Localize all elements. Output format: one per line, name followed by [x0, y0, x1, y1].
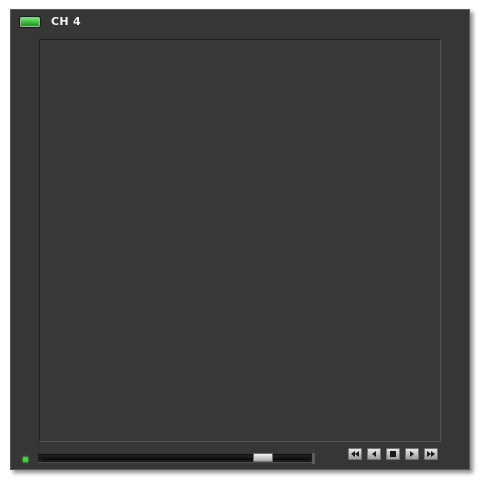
stop-button[interactable] — [386, 448, 400, 460]
channel-title: CH 4 — [51, 15, 81, 28]
fast-forward-icon — [427, 451, 435, 457]
video-display-area[interactable] — [39, 39, 441, 442]
play-icon — [410, 451, 414, 457]
stop-icon — [390, 451, 396, 457]
status-led-icon — [23, 457, 28, 462]
channel-active-led-icon — [20, 17, 40, 27]
seek-bar-end-cap — [312, 453, 315, 464]
step-back-button[interactable] — [367, 448, 381, 460]
video-player-panel: CH 4 — [10, 9, 470, 470]
seek-bar-thumb[interactable] — [253, 453, 273, 462]
step-back-icon — [372, 451, 376, 457]
fast-forward-button[interactable] — [424, 448, 438, 460]
playback-controls — [348, 448, 438, 460]
rewind-icon — [351, 451, 359, 457]
rewind-button[interactable] — [348, 448, 362, 460]
play-button[interactable] — [405, 448, 419, 460]
